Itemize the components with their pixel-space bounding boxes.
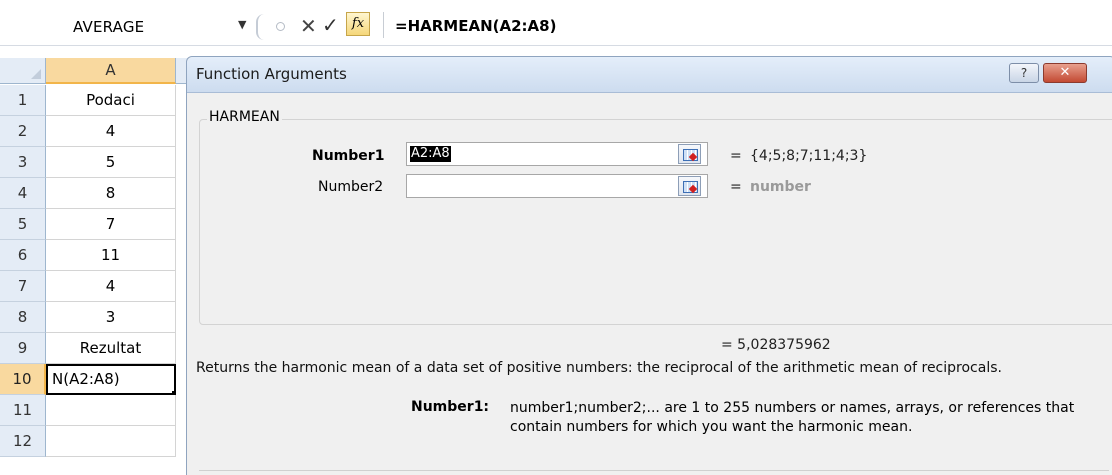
cell[interactable]: 8 — [46, 178, 176, 209]
formula-bar-dot-icon — [276, 22, 285, 31]
formula-bar: AVERAGE ▼ ✕ ✓ fx =HARMEAN(A2:A8) — [0, 0, 1112, 46]
dialog-divider — [199, 470, 1109, 471]
sheet-row: 2 4 — [0, 116, 196, 147]
cell[interactable]: Podaci — [46, 85, 176, 116]
enter-icon[interactable]: ✓ — [322, 13, 339, 37]
argument-description-name: Number1: — [411, 399, 490, 415]
number1-input-value: A2:A8 — [410, 146, 451, 162]
sheet-row: 3 5 — [0, 147, 196, 178]
row-number[interactable]: 5 — [0, 209, 46, 240]
row-number[interactable]: 1 — [0, 85, 46, 116]
help-button[interactable]: ? — [1009, 63, 1039, 83]
number1-equals: = — [730, 148, 742, 164]
sheet-row: 9 Rezultat — [0, 333, 196, 364]
argument-description-text: number1;number2;... are 1 to 255 numbers… — [510, 400, 1075, 435]
function-description: Returns the harmonic mean of a data set … — [196, 360, 1002, 376]
cell[interactable]: 11 — [46, 240, 176, 271]
sheet-row: 6 11 — [0, 240, 196, 271]
number2-label: Number2 — [318, 179, 384, 195]
number1-input[interactable]: A2:A8 — [406, 142, 708, 166]
sheet-row: 5 7 — [0, 209, 196, 240]
column-header-a[interactable]: A — [46, 58, 176, 84]
sheet-row: 4 8 — [0, 178, 196, 209]
cell[interactable]: Rezultat — [46, 333, 176, 364]
cell[interactable]: 7 — [46, 209, 176, 240]
formula-bar-separator — [256, 14, 264, 40]
row-number[interactable]: 7 — [0, 271, 46, 302]
cell[interactable]: 4 — [46, 116, 176, 147]
name-box-dropdown-icon[interactable]: ▼ — [238, 18, 246, 31]
sheet-row: 1 Podaci — [0, 85, 196, 116]
dialog-title: Function Arguments — [196, 65, 347, 83]
row-number[interactable]: 8 — [0, 302, 46, 333]
row-number[interactable]: 2 — [0, 116, 46, 147]
row-number[interactable]: 4 — [0, 178, 46, 209]
close-button[interactable]: ✕ — [1043, 63, 1087, 83]
row-number[interactable]: 3 — [0, 147, 46, 178]
row-number[interactable]: 11 — [0, 395, 46, 426]
formula-input[interactable]: =HARMEAN(A2:A8) — [395, 17, 556, 35]
number2-equals: = — [730, 179, 742, 195]
formula-divider — [383, 12, 384, 38]
cell[interactable] — [46, 426, 176, 457]
dialog-titlebar[interactable]: Function Arguments ? ✕ — [187, 57, 1112, 93]
sheet-row: 8 3 — [0, 302, 196, 333]
function-name-label: HARMEAN — [207, 109, 282, 125]
cancel-icon[interactable]: ✕ — [300, 14, 317, 38]
row-number-active[interactable]: 10 — [0, 364, 46, 395]
number2-input[interactable] — [406, 174, 708, 198]
select-all-icon — [31, 69, 41, 79]
sheet-row: 10 N(A2:A8) — [0, 364, 196, 395]
row-number[interactable]: 6 — [0, 240, 46, 271]
row-number[interactable]: 9 — [0, 333, 46, 364]
active-cell[interactable]: N(A2:A8) — [46, 364, 176, 395]
insert-function-button[interactable]: fx — [346, 12, 370, 36]
sheet-row: 11 — [0, 395, 196, 426]
cell[interactable]: 3 — [46, 302, 176, 333]
cell[interactable]: 5 — [46, 147, 176, 178]
cell[interactable] — [46, 395, 176, 426]
row-number[interactable]: 12 — [0, 426, 46, 457]
formula-result: = 5,028375962 — [721, 337, 831, 353]
select-all-corner[interactable] — [0, 58, 46, 84]
cell[interactable]: 4 — [46, 271, 176, 302]
sheet-row: 7 4 — [0, 271, 196, 302]
number2-value: number — [750, 179, 811, 195]
number2-collapse-icon[interactable] — [678, 176, 701, 196]
number1-value: {4;5;8;7;11;4;3} — [750, 148, 868, 164]
number1-collapse-icon[interactable] — [678, 144, 701, 164]
sheet-row: 12 — [0, 426, 196, 457]
number1-label: Number1 — [312, 148, 385, 164]
function-arguments-dialog: Function Arguments ? ✕ HARMEAN Number1 A… — [186, 56, 1112, 475]
name-box[interactable]: AVERAGE — [73, 18, 144, 36]
